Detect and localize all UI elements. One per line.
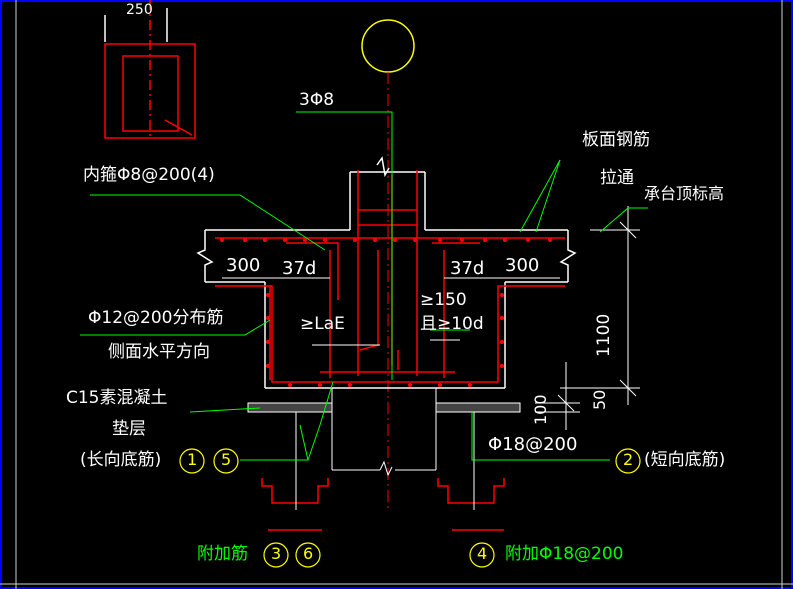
- viewport-frame: [0, 0, 793, 589]
- slab-top-rebar-label: 板面钢筋: [582, 130, 650, 150]
- marker-6-text: 6: [303, 544, 314, 563]
- dim-50-label: 50: [590, 389, 609, 410]
- lae-label: ≥LaE: [300, 314, 345, 334]
- dim-37d-right: 37d: [450, 258, 485, 279]
- cushion-label: 垫层: [112, 419, 146, 439]
- dim-37d-left: 37d: [282, 258, 317, 279]
- axis-circle: [361, 19, 415, 73]
- stirrup-label: 3Φ8: [299, 90, 335, 110]
- marker-5-text: 5: [221, 450, 232, 469]
- short-bottom-label: (短向底筋): [644, 450, 726, 470]
- bar-phi18-label: Φ18@200: [488, 434, 578, 455]
- marker-4-text: 4: [477, 544, 488, 563]
- marker-2-text: 2: [623, 450, 634, 469]
- dim-300-left: 300: [226, 255, 261, 276]
- through-label: 拉通: [600, 168, 634, 188]
- cad-drawing-canvas: [0, 0, 793, 589]
- extra-bar-label: 附加筋: [197, 544, 248, 564]
- side-horizontal-label: 侧面水平方向: [108, 342, 210, 362]
- dim-1100-label: 1100: [594, 313, 614, 357]
- slab-outline: [196, 229, 577, 389]
- extra-rebar-details: [261, 478, 505, 531]
- c15-concrete-label: C15素混凝土: [66, 388, 168, 408]
- cap-top-elevation-label: 承台顶标高: [644, 184, 725, 203]
- marker-3-text: 3: [271, 544, 282, 563]
- inner-stirrup-label: 内箍Φ8@200(4): [83, 165, 215, 185]
- extra-phi18-label: 附加Φ18@200: [505, 544, 624, 564]
- cushion-layer: [247, 388, 521, 477]
- ge150-label: ≥150: [420, 290, 467, 310]
- distribution-bar-label: Φ12@200分布筋: [88, 308, 224, 328]
- long-bottom-label: (长向底筋): [80, 450, 162, 470]
- dim-300-right: 300: [505, 255, 540, 276]
- dim-100-label: 100: [531, 394, 550, 425]
- marker-1-text: 1: [187, 450, 198, 469]
- column-detail: [104, 0, 196, 139]
- top-dimension-label: 250: [126, 2, 153, 18]
- ge10d-label: 且≥10d: [420, 314, 484, 334]
